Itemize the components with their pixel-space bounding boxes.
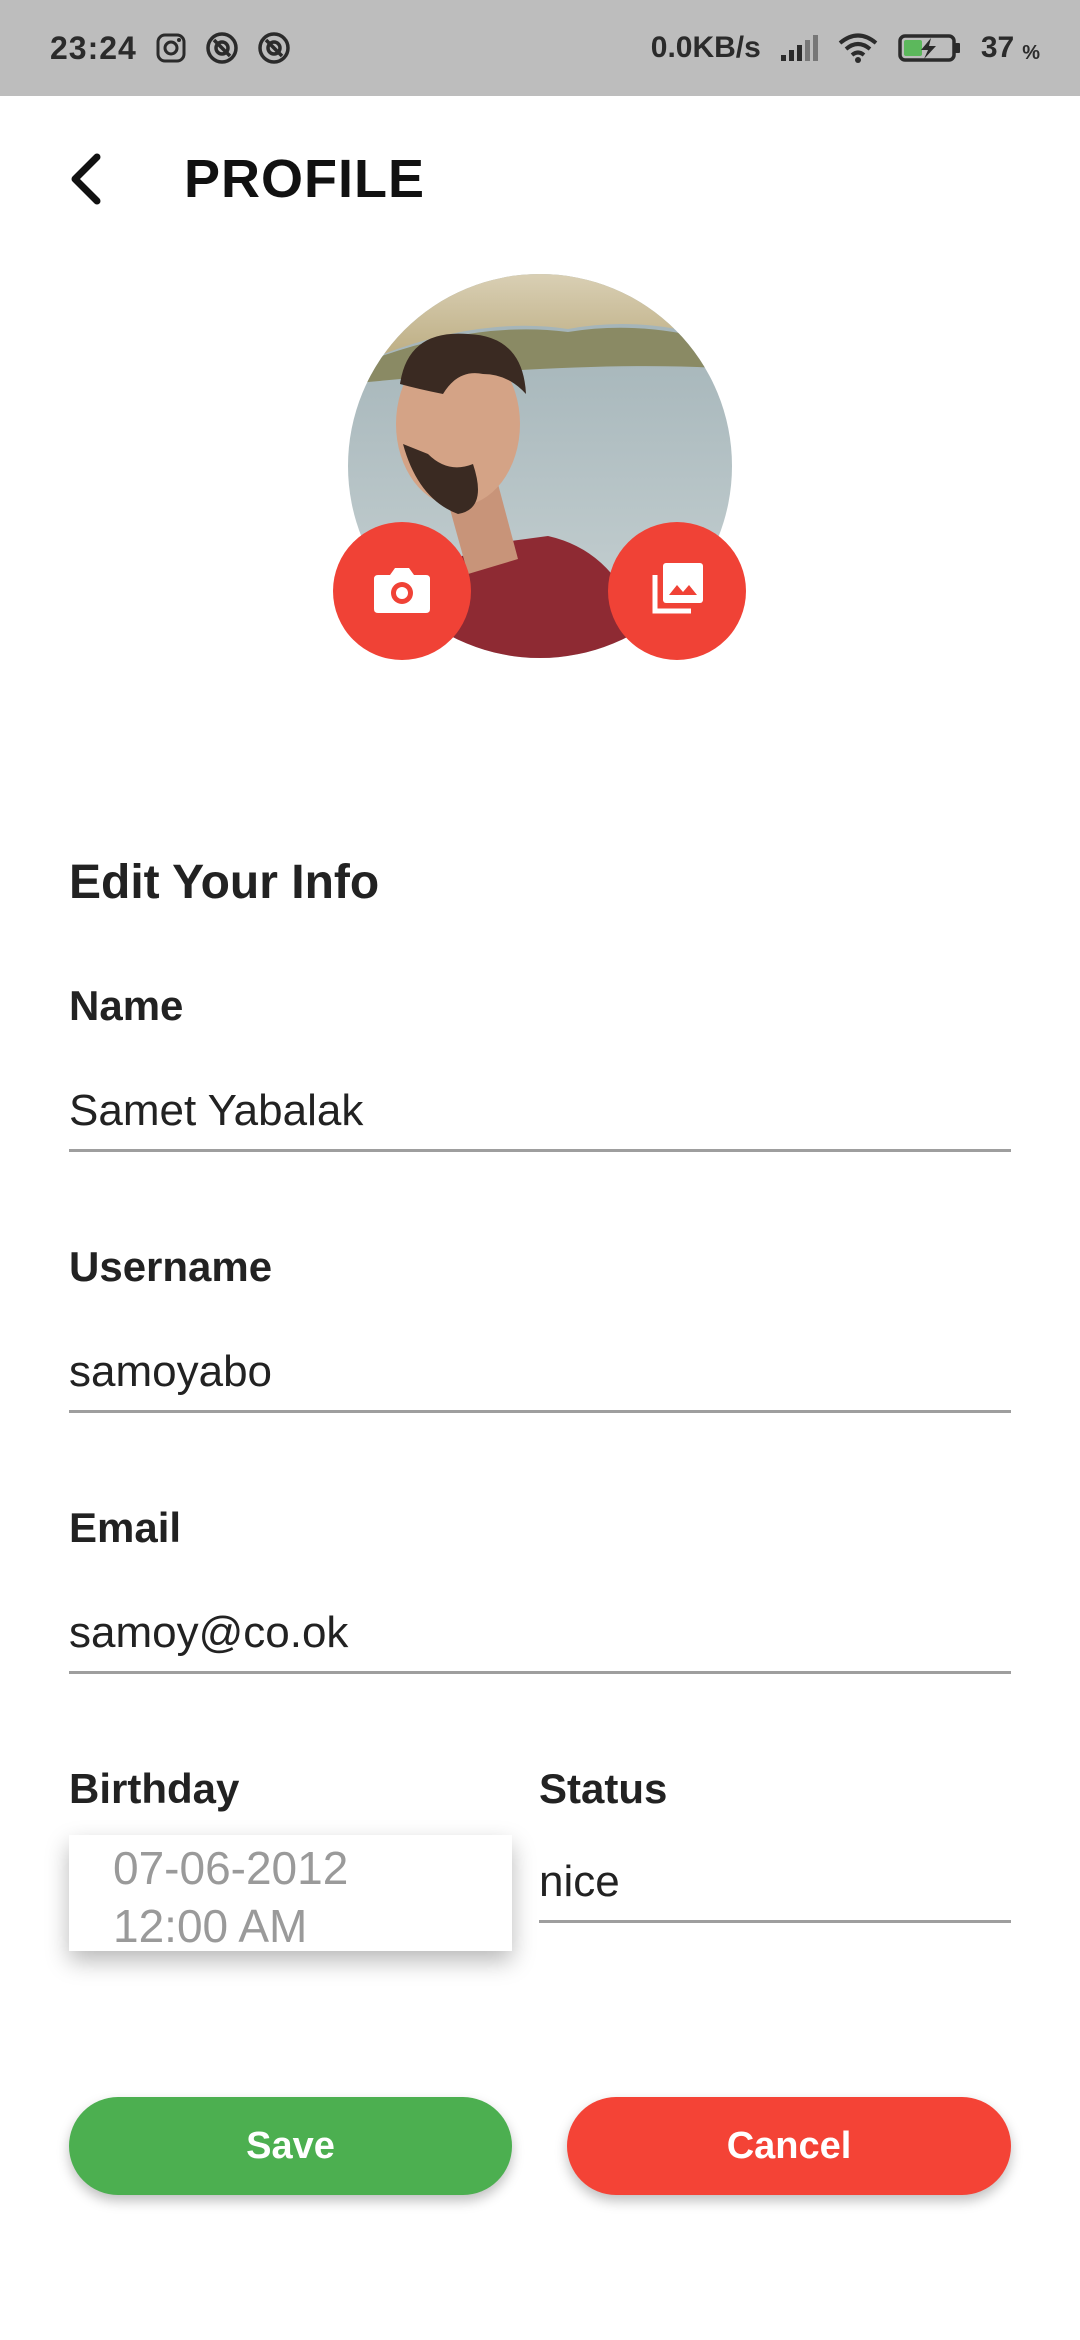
status-time: 23:24: [50, 29, 137, 66]
chevron-left-icon: [65, 151, 109, 212]
take-photo-button[interactable]: [333, 522, 471, 660]
email-label: Email: [69, 1504, 182, 1551]
name-field: Name: [69, 982, 1011, 1152]
birthday-field: Birthday 07-06-2012 12:00 AM: [69, 1765, 512, 1952]
save-button[interactable]: Save: [69, 2097, 512, 2195]
notification-icon: [205, 31, 239, 65]
notification-icon: [257, 31, 291, 65]
page-title: PROFILE: [184, 149, 426, 209]
battery-unit: %: [1022, 41, 1040, 64]
gallery-icon: [649, 561, 705, 622]
instagram-icon: [155, 32, 187, 64]
username-input[interactable]: [69, 1333, 1011, 1413]
network-speed: 0.0KB/s: [650, 31, 761, 64]
wifi-icon: [837, 32, 879, 64]
edit-info-heading: Edit Your Info: [69, 856, 380, 909]
cancel-button[interactable]: Cancel: [567, 2097, 1011, 2195]
email-field: Email: [69, 1504, 1011, 1674]
status-field: Status: [539, 1765, 1011, 1923]
battery-percent: 37: [980, 31, 1015, 64]
birthday-label: Birthday: [69, 1765, 240, 1812]
birthday-date: 07-06-2012: [113, 1842, 349, 1894]
username-label: Username: [69, 1243, 273, 1290]
birthday-time: 12:00 AM: [113, 1900, 308, 1952]
username-field: Username: [69, 1243, 1011, 1413]
status-bar-left: 23:24: [50, 30, 291, 67]
status-label: Status: [539, 1765, 668, 1812]
name-label: Name: [69, 982, 184, 1029]
battery-charging-icon: [897, 32, 963, 64]
back-button[interactable]: [52, 146, 122, 216]
status-input[interactable]: [539, 1843, 1011, 1923]
status-bar-right: 0.0KB/s 37 %: [651, 31, 1040, 65]
name-input[interactable]: [69, 1072, 1011, 1152]
status-bar: 23:24 0.0KB/s 37 %: [0, 0, 1080, 96]
choose-from-gallery-button[interactable]: [608, 522, 746, 660]
camera-icon: [372, 563, 432, 620]
email-input[interactable]: [69, 1594, 1011, 1674]
signal-icon: [779, 33, 819, 63]
app-header: PROFILE: [0, 96, 1080, 272]
birthday-picker[interactable]: 07-06-2012 12:00 AM: [69, 1835, 512, 1952]
